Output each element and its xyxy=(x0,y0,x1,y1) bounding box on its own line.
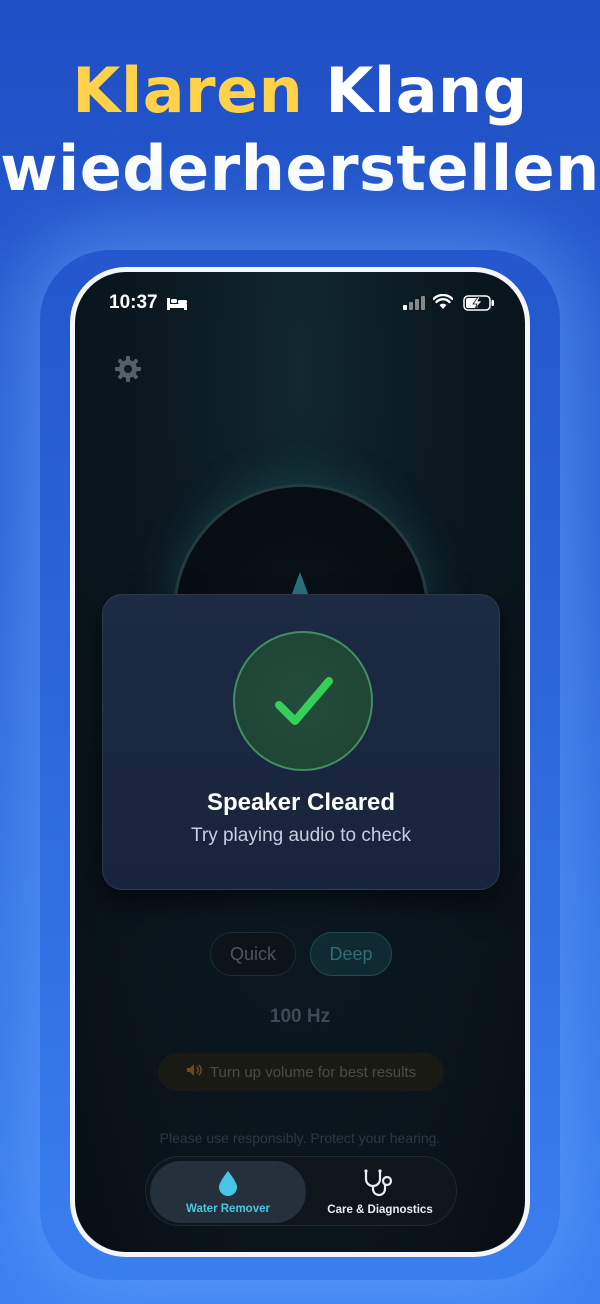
tab-water-remover-label: Water Remover xyxy=(186,1202,270,1215)
mode-selector: Quick Deep xyxy=(75,932,525,976)
app-screen: 10:37 Speaker Cleared Try playing audio … xyxy=(75,272,525,1252)
settings-gear-icon[interactable] xyxy=(113,354,143,384)
headline-line-2: wiederherstellen xyxy=(0,132,600,205)
wifi-icon xyxy=(432,293,454,315)
volume-hint-banner: Turn up volume for best results xyxy=(158,1053,444,1091)
headline-accent-word: Klaren xyxy=(72,54,304,127)
marketing-headline: Klaren Klang wiederherstellen xyxy=(0,52,600,208)
speaker-volume-icon xyxy=(186,1063,202,1081)
water-drop-icon xyxy=(218,1170,238,1199)
status-time: 10:37 xyxy=(109,292,158,313)
mode-quick-button[interactable]: Quick xyxy=(210,932,296,976)
tab-care-diagnostics-label: Care & Diagnostics xyxy=(327,1203,433,1216)
bottom-tab-bar: Water Remover Care & Diagnostics xyxy=(145,1156,457,1226)
battery-charging-icon xyxy=(463,295,495,316)
responsibility-notice: Please use responsibly. Protect your hea… xyxy=(159,1130,441,1146)
headline-line-1-rest: Klang xyxy=(325,54,528,127)
phone-frame: 10:37 Speaker Cleared Try playing audio … xyxy=(70,267,530,1257)
headline-line-1: Klaren Klang xyxy=(0,52,600,130)
cellular-signal-icon xyxy=(403,296,425,315)
success-checkmark-circle xyxy=(233,631,373,771)
dialog-subtitle: Try playing audio to check xyxy=(190,825,412,846)
frequency-readout: 100 Hz xyxy=(269,1006,331,1027)
tab-care-diagnostics[interactable]: Care & Diagnostics xyxy=(306,1161,454,1223)
sleep-bed-icon xyxy=(167,296,187,315)
checkmark-icon xyxy=(275,677,333,725)
tab-water-remover[interactable]: Water Remover xyxy=(150,1161,306,1223)
speaker-cleared-dialog[interactable]: Speaker Cleared Try playing audio to che… xyxy=(102,594,500,890)
dialog-title: Speaker Cleared xyxy=(206,789,396,816)
stethoscope-icon xyxy=(362,1168,398,1200)
mode-deep-button[interactable]: Deep xyxy=(310,932,392,976)
volume-hint-text: Turn up volume for best results xyxy=(209,1063,417,1081)
status-bar: 10:37 xyxy=(75,290,525,318)
